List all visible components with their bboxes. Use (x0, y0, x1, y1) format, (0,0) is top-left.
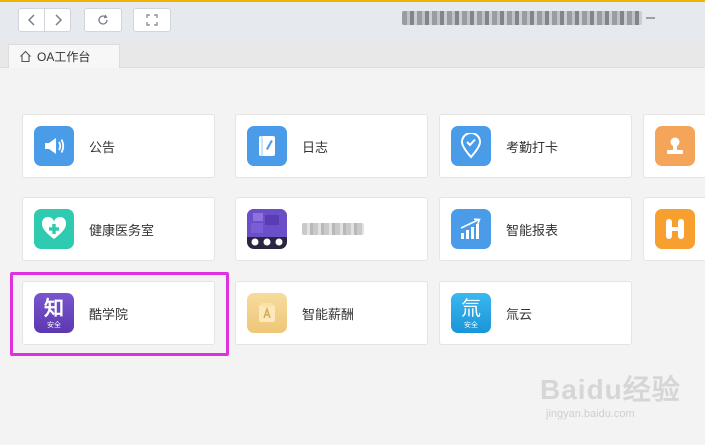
location-check-icon (451, 126, 491, 166)
app-label: 公告 (89, 140, 116, 155)
app-card-h[interactable] (643, 197, 705, 261)
h-app-icon (655, 209, 695, 249)
app-card-attendance[interactable]: 考勤打卡 (439, 114, 632, 178)
app-card-chuan-cloud[interactable]: 氚 安全 氚云 (439, 281, 632, 345)
browser-toolbar (0, 0, 705, 42)
blurred-address (402, 11, 642, 25)
app-label: 健康医务室 (89, 223, 155, 238)
app-card-smart-salary[interactable]: 智能薪酬 (235, 281, 428, 345)
fullscreen-icon (146, 14, 158, 26)
app-label: 智能报表 (506, 223, 559, 238)
forward-button[interactable] (44, 8, 71, 32)
fullscreen-button[interactable] (133, 8, 171, 32)
watermark-text: Baidu经验 (540, 374, 681, 405)
notebook-icon (247, 126, 287, 166)
blurred-label (302, 223, 364, 235)
baidu-watermark: Baidu经验 jingyan.baidu.com (540, 368, 681, 420)
chuan-cloud-icon: 氚 安全 (451, 293, 491, 333)
chevron-right-icon (54, 14, 62, 26)
stamp-icon (655, 126, 695, 166)
app-card-blurred[interactable] (235, 197, 428, 261)
app-card-health[interactable]: 健康医务室 (22, 197, 215, 261)
salary-icon (247, 293, 287, 333)
app-card-smart-report[interactable]: 智能报表 (439, 197, 632, 261)
megaphone-icon (34, 126, 74, 166)
tab-bar: OA工作台 (0, 42, 705, 68)
chart-up-icon (451, 209, 491, 249)
safe-badge: 安全 (464, 322, 478, 329)
chuan-glyph: 氚 (461, 298, 481, 320)
reload-button[interactable] (84, 8, 122, 32)
app-label: 考勤打卡 (506, 140, 559, 155)
reload-icon (98, 14, 108, 25)
app-card-announcement[interactable]: 公告 (22, 114, 215, 178)
back-button[interactable] (18, 8, 45, 32)
home-icon (20, 50, 31, 63)
app-card-stamp[interactable] (643, 114, 705, 178)
heart-plus-icon (34, 209, 74, 249)
address-dash (646, 17, 655, 19)
tab-label: OA工作台 (37, 50, 91, 64)
app-label: 氚云 (506, 307, 533, 322)
watermark-sub: jingyan.baidu.com (546, 408, 635, 420)
app-card-log[interactable]: 日志 (235, 114, 428, 178)
highlight-box (10, 272, 229, 356)
tab-oa-workbench[interactable]: OA工作台 (8, 44, 120, 68)
chevron-left-icon (27, 14, 35, 26)
app-label: 智能薪酬 (302, 307, 355, 322)
blurred-app-icon (247, 209, 287, 249)
app-label: 日志 (302, 140, 329, 155)
